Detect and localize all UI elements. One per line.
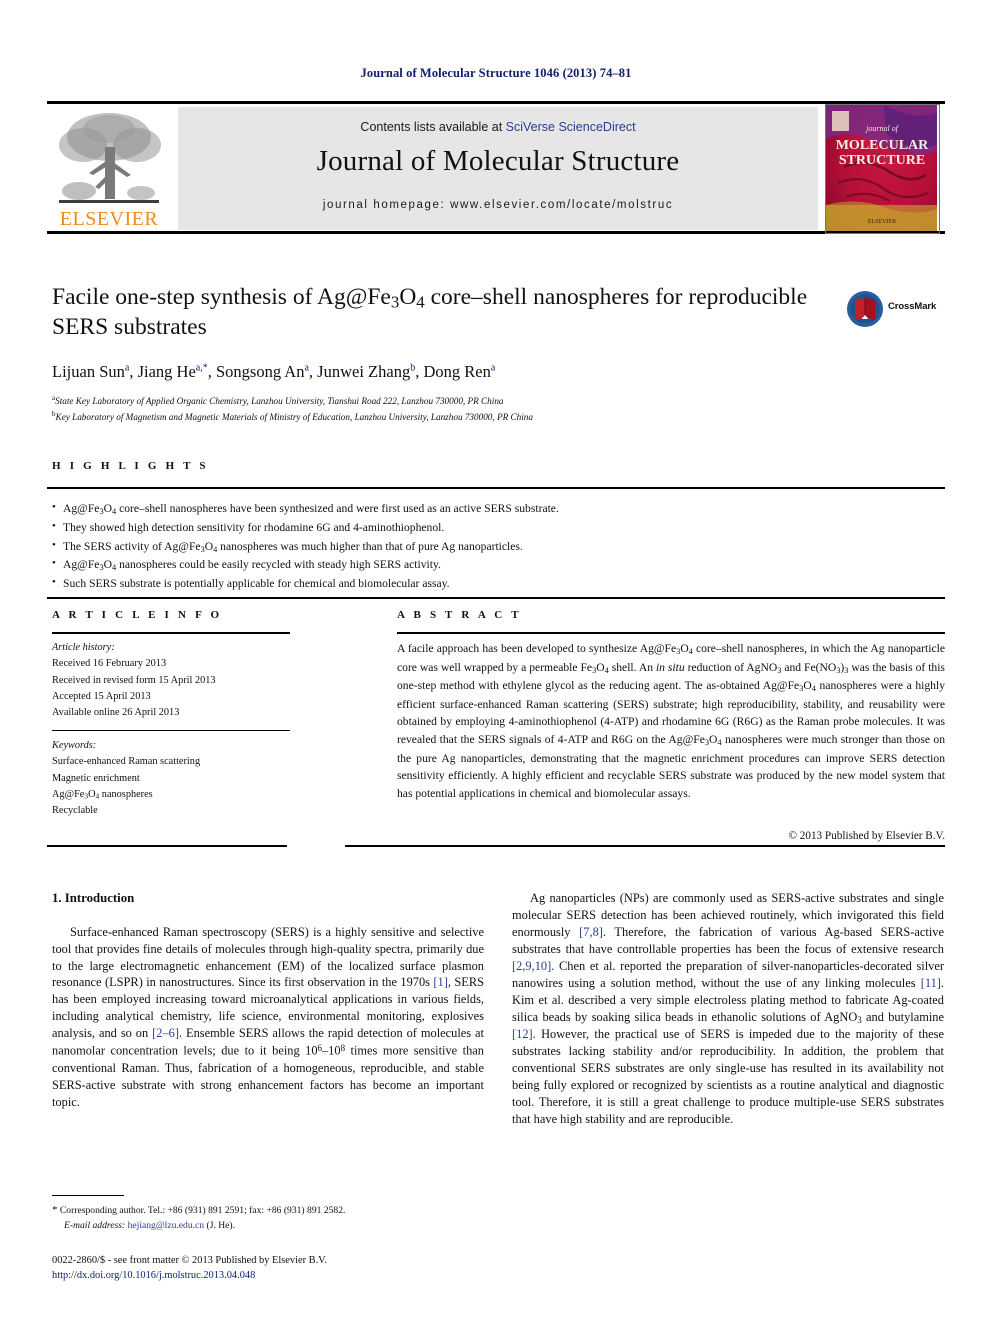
affiliation-2: bKey Laboratory of Magnetism and Magneti… — [52, 410, 533, 423]
elsevier-logo: ELSEVIER — [49, 107, 169, 231]
title-sub-2: 4 — [416, 292, 425, 312]
section-title-introduction: 1. Introduction — [52, 891, 135, 905]
keywords-items: Surface-enhanced Raman scattering Magneti… — [52, 754, 302, 819]
sciencedirect-banner: Contents lists available at SciVerse Sci… — [178, 107, 818, 230]
contents-prefix: Contents lists available at — [360, 120, 506, 134]
article-info-rule — [52, 632, 290, 635]
doi-link[interactable]: http://dx.doi.org/10.1016/j.molstruc.201… — [52, 1268, 492, 1283]
corresponding-text: Corresponding author. Tel.: +86 (931) 89… — [59, 1205, 346, 1216]
left-column-rule — [47, 845, 287, 848]
keyword-item: Recyclable — [52, 805, 98, 817]
highlight-item: Ag@Fe3O4 core–shell nanospheres have bee… — [52, 499, 932, 519]
article-history-item: Accepted 15 April 2013 — [52, 690, 151, 702]
highlights-rule — [47, 487, 945, 490]
author-list: Lijuan Suna, Jiang Hea,*, Songsong Ana, … — [52, 362, 822, 382]
masthead-bottom-rule — [47, 231, 945, 234]
article-history-label: Article history: — [52, 642, 115, 653]
email-owner: (J. He). — [206, 1220, 236, 1232]
cover-artwork: journal of MOLECULAR STRUCTURE ELSEVIER — [826, 105, 937, 231]
paper-page: Journal of Molecular Structure 1046 (201… — [0, 0, 992, 1323]
journal-masthead: ELSEVIER Contents lists available at Sci… — [47, 101, 945, 234]
sciencedirect-link[interactable]: SciVerse ScienceDirect — [506, 120, 636, 134]
email-link[interactable]: hejiang@lzu.edu.cn — [128, 1220, 205, 1231]
keywords-rule — [52, 730, 290, 732]
email-line: E-mail address: hejiang@lzu.edu.cn (J. H… — [52, 1219, 472, 1234]
author-2: Jiang Hea,*, — [137, 362, 216, 382]
keyword-item: Ag@Fe3O4 nanospheres — [52, 788, 153, 801]
highlight-item: The SERS activity of Ag@Fe3O4 nanosphere… — [52, 537, 932, 557]
keywords-block: Keywords: Surface-enhanced Raman scatter… — [52, 738, 302, 819]
journal-homepage[interactable]: journal homepage: www.elsevier.com/locat… — [178, 199, 818, 211]
corresponding-author-note: * Corresponding author. Tel.: +86 (931) … — [52, 1202, 472, 1234]
svg-text:ELSEVIER: ELSEVIER — [868, 219, 896, 225]
abstract-heading: A B S T R A C T — [397, 609, 522, 621]
right-column-rule — [345, 845, 945, 848]
article-history-item: Received in revised form 15 April 2013 — [52, 674, 216, 686]
highlights-heading: H I G H L I G H T S — [52, 460, 209, 472]
keywords-label: Keywords: — [52, 740, 97, 751]
article-history-item: Available online 26 April 2013 — [52, 707, 180, 719]
author-5: Dong Rena — [423, 362, 496, 382]
page-title: Facile one-step synthesis of Ag@Fe3O4 co… — [52, 283, 822, 343]
author-3: Songsong Ana, — [215, 362, 318, 382]
crossmark-icon[interactable] — [846, 290, 884, 328]
front-matter-block: 0022-2860/$ - see front matter © 2013 Pu… — [52, 1253, 492, 1283]
body-column-right: Ag nanoparticles (NPs) are commonly used… — [512, 890, 944, 1128]
journal-title: Journal of Molecular Structure — [316, 145, 680, 177]
article-info-top-rule — [47, 597, 945, 600]
title-block: Facile one-step synthesis of Ag@Fe3O4 co… — [52, 283, 822, 425]
keyword-item: Magnetic enrichment — [52, 772, 140, 784]
article-history: Article history: Received 16 February 20… — [52, 640, 302, 721]
corresponding-line: * Corresponding author. Tel.: +86 (931) … — [52, 1202, 472, 1219]
crossmark-badge[interactable]: CrossMark — [846, 288, 946, 332]
footnote-rule — [52, 1195, 124, 1197]
article-history-items: Received 16 February 2013 Received in rev… — [52, 656, 302, 721]
article-history-item: Received 16 February 2013 — [52, 658, 167, 670]
abstract-copyright: © 2013 Published by Elsevier B.V. — [788, 830, 945, 842]
front-matter-line: 0022-2860/$ - see front matter © 2013 Pu… — [52, 1255, 327, 1266]
title-part-1: Facile one-step synthesis of Ag@Fe — [52, 284, 391, 310]
article-info-heading: A R T I C L E I N F O — [52, 609, 223, 621]
abstract-rule — [397, 632, 945, 635]
keyword-item: Surface-enhanced Raman scattering — [52, 756, 201, 768]
svg-text:STRUCTURE: STRUCTURE — [839, 153, 925, 168]
elsevier-wordmark: ELSEVIER — [59, 208, 159, 230]
running-head: Journal of Molecular Structure 1046 (201… — [360, 66, 632, 80]
elsevier-tree-icon — [59, 113, 161, 203]
body-column-left: 1. Introduction Surface-enhanced Raman s… — [52, 890, 484, 1111]
contents-line: Contents lists available at SciVerse Sci… — [178, 120, 818, 134]
intro-paragraph-right: Ag nanoparticles (NPs) are commonly used… — [512, 891, 944, 1126]
abstract-text: A facile approach has been developed to … — [397, 642, 945, 800]
highlights-list: Ag@Fe3O4 core–shell nanospheres have bee… — [52, 499, 932, 594]
title-part-2: O — [399, 284, 417, 310]
affiliation-1: aState Key Laboratory of Applied Organic… — [52, 394, 504, 407]
author-1: Lijuan Suna, — [52, 362, 138, 382]
corresponding-star: * — [52, 1204, 58, 1216]
affiliation-list: aState Key Laboratory of Applied Organic… — [52, 393, 822, 425]
crossmark-label: CrossMark — [888, 301, 937, 312]
highlight-item: Ag@Fe3O4 nanospheres could be easily rec… — [52, 555, 932, 575]
author-4: Junwei Zhangb, — [317, 362, 424, 382]
svg-text:MOLECULAR: MOLECULAR — [836, 138, 929, 153]
highlight-item: Such SERS substrate is potentially appli… — [52, 574, 932, 594]
intro-paragraph-left: Surface-enhanced Raman spectroscopy (SER… — [52, 924, 484, 1110]
email-label: E-mail address: — [64, 1220, 126, 1232]
svg-text:journal of: journal of — [865, 124, 900, 133]
highlight-item: They showed high detection sensitivity f… — [52, 518, 932, 538]
journal-cover-image: journal of MOLECULAR STRUCTURE ELSEVIER — [825, 104, 940, 234]
masthead-top-rule — [47, 101, 945, 104]
